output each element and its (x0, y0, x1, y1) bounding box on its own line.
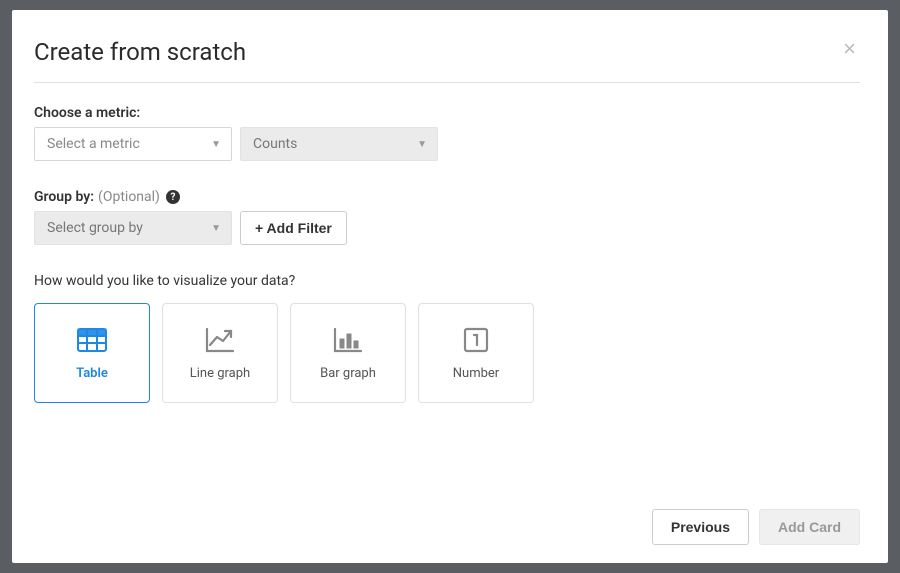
metric-select[interactable]: Select a metric ▼ (34, 127, 232, 161)
metric-select-placeholder: Select a metric (47, 136, 140, 152)
bar-graph-icon (333, 326, 363, 354)
aggregate-select[interactable]: Counts ▼ (240, 127, 438, 161)
metric-label: Choose a metric: (34, 105, 860, 121)
viz-option-line[interactable]: Line graph (162, 303, 278, 403)
visualization-options: Table Line graph Bar grap (34, 303, 860, 403)
add-filter-button[interactable]: + Add Filter (240, 211, 347, 245)
group-by-placeholder: Select group by (47, 220, 143, 236)
aggregate-select-value: Counts (253, 136, 297, 152)
visualize-label: How would you like to visualize your dat… (34, 273, 860, 289)
table-icon (77, 326, 107, 354)
modal-title: Create from scratch (34, 38, 246, 66)
viz-option-number[interactable]: Number (418, 303, 534, 403)
modal-footer: Previous Add Card (34, 499, 860, 545)
close-icon: × (843, 36, 856, 61)
number-icon (463, 326, 489, 354)
create-card-modal: Create from scratch × Choose a metric: S… (12, 10, 888, 563)
chevron-down-icon: ▼ (211, 139, 221, 150)
viz-label-bar: Bar graph (320, 366, 376, 381)
help-icon[interactable]: ? (166, 190, 180, 204)
group-by-optional: (Optional) (98, 189, 160, 205)
viz-option-table[interactable]: Table (34, 303, 150, 403)
viz-option-bar[interactable]: Bar graph (290, 303, 406, 403)
chevron-down-icon: ▼ (417, 139, 427, 150)
viz-label-number: Number (453, 366, 499, 381)
add-card-button[interactable]: Add Card (759, 509, 860, 545)
viz-label-table: Table (76, 366, 108, 381)
group-by-label: Group by: (Optional) ? (34, 189, 860, 205)
group-by-row: Select group by ▼ + Add Filter (34, 211, 860, 245)
close-button[interactable]: × (839, 38, 860, 60)
line-graph-icon (205, 326, 235, 354)
previous-button[interactable]: Previous (652, 509, 749, 545)
chevron-down-icon: ▼ (211, 223, 221, 234)
viz-label-line: Line graph (190, 366, 250, 381)
group-by-select[interactable]: Select group by ▼ (34, 211, 232, 245)
group-by-label-text: Group by: (34, 189, 94, 205)
metric-row: Select a metric ▼ Counts ▼ (34, 127, 860, 161)
modal-header: Create from scratch × (34, 38, 860, 83)
